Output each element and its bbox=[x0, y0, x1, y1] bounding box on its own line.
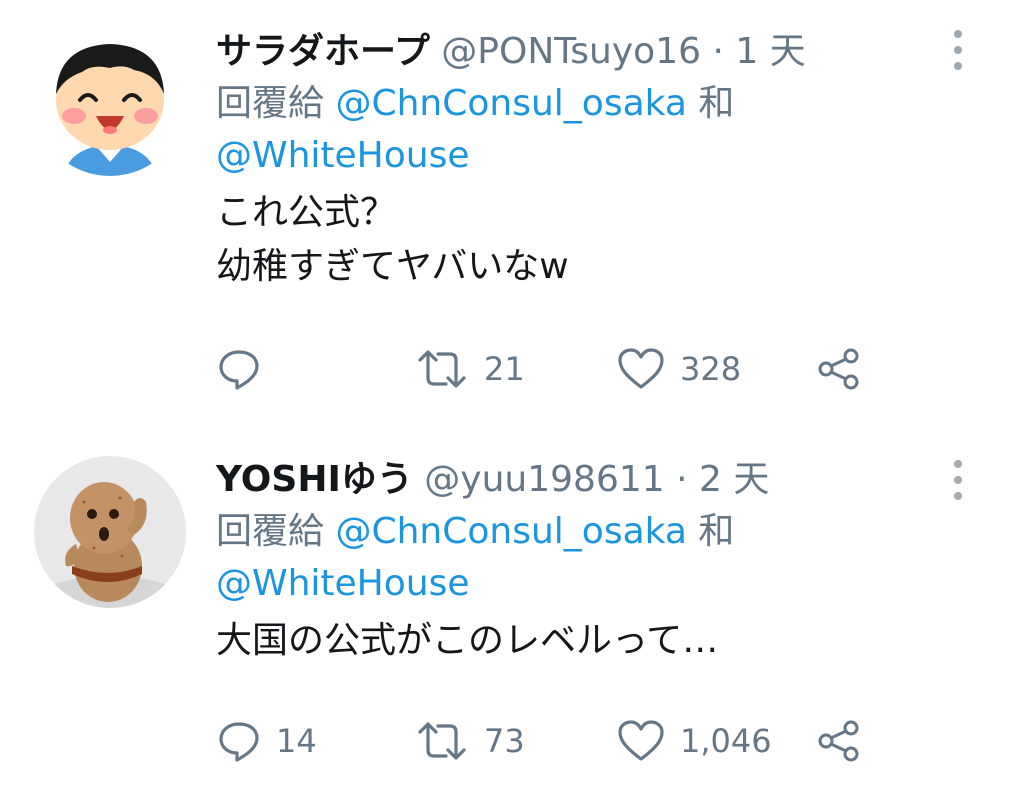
tweet[interactable]: サラダホープ @PONTsuyo16 · 1 天 回覆給 @ChnConsul_… bbox=[0, 0, 1016, 420]
clay-figure-avatar-icon bbox=[34, 456, 186, 608]
retweet-button[interactable]: 73 bbox=[414, 716, 525, 766]
share-nodes-icon bbox=[818, 348, 859, 390]
avatar[interactable] bbox=[34, 456, 186, 608]
timestamp[interactable]: 1 天 bbox=[735, 31, 805, 72]
retweet-count: 21 bbox=[484, 350, 525, 388]
like-count: 328 bbox=[680, 350, 742, 388]
reply-context: 回覆給 @ChnConsul_osaka 和 @WhiteHouse bbox=[216, 78, 916, 182]
user-handle[interactable]: @PONTsuyo16 bbox=[441, 31, 701, 72]
tweet-text: 大国の公式がこのレベルって… bbox=[216, 614, 916, 668]
reply-prefix: 回覆給 bbox=[216, 511, 325, 552]
heart-icon bbox=[618, 720, 664, 761]
heart-icon bbox=[618, 348, 664, 389]
tweet[interactable]: YOSHIゆう @yuu198611 · 2 天 回覆給 @ChnConsul_… bbox=[0, 420, 1016, 789]
retweet-arrows-icon bbox=[418, 350, 466, 388]
timestamp[interactable]: 2 天 bbox=[699, 459, 769, 500]
tweet-content: サラダホープ @PONTsuyo16 · 1 天 回覆給 @ChnConsul_… bbox=[216, 26, 916, 294]
mention-link[interactable]: @WhiteHouse bbox=[216, 135, 470, 176]
user-handle[interactable]: @yuu198611 bbox=[424, 459, 664, 500]
avatar[interactable] bbox=[34, 24, 186, 176]
mention-link[interactable]: @ChnConsul_osaka bbox=[335, 83, 686, 124]
like-count: 1,046 bbox=[680, 722, 772, 760]
tweet-header: サラダホープ @PONTsuyo16 · 1 天 bbox=[216, 26, 916, 78]
separator-dot: · bbox=[712, 31, 724, 72]
reply-button[interactable] bbox=[216, 344, 276, 394]
retweet-count: 73 bbox=[484, 722, 525, 760]
reply-context: 回覆給 @ChnConsul_osaka 和 @WhiteHouse bbox=[216, 506, 916, 610]
display-name[interactable]: サラダホープ bbox=[216, 31, 430, 72]
display-name[interactable]: YOSHIゆう bbox=[216, 459, 413, 500]
reply-conjunction: 和 bbox=[698, 511, 735, 552]
like-button[interactable]: 328 bbox=[616, 344, 741, 394]
more-options-button[interactable] bbox=[946, 30, 970, 70]
reply-button[interactable]: 14 bbox=[216, 716, 317, 766]
menu-dot bbox=[954, 492, 962, 500]
share-button[interactable] bbox=[816, 344, 862, 394]
reply-count: 14 bbox=[276, 722, 317, 760]
retweet-arrows-icon bbox=[418, 722, 466, 760]
more-options-button[interactable] bbox=[946, 460, 970, 500]
tweet-text-line: これ公式？ bbox=[216, 192, 397, 233]
reply-conjunction: 和 bbox=[698, 83, 735, 124]
tweet-text-line: 幼稚すぎてヤバいなw bbox=[216, 246, 569, 287]
share-button[interactable] bbox=[816, 716, 862, 766]
menu-dot bbox=[954, 46, 962, 54]
vertical-dots-menu-icon bbox=[954, 460, 962, 468]
tweet-content: YOSHIゆう @yuu198611 · 2 天 回覆給 @ChnConsul_… bbox=[216, 454, 916, 668]
share-nodes-icon bbox=[818, 720, 859, 762]
mention-link[interactable]: @ChnConsul_osaka bbox=[335, 511, 686, 552]
tweet-actions: 14 73 1,046 bbox=[216, 716, 916, 766]
retweet-button[interactable]: 21 bbox=[414, 344, 525, 394]
tweet-header: YOSHIゆう @yuu198611 · 2 天 bbox=[216, 454, 916, 506]
separator-dot: · bbox=[676, 459, 688, 500]
reply-prefix: 回覆給 bbox=[216, 83, 325, 124]
like-button[interactable]: 1,046 bbox=[616, 716, 772, 766]
comment-bubble-icon bbox=[219, 350, 259, 390]
tweet-actions: 21 328 bbox=[216, 344, 916, 394]
tweet-text-line: 大国の公式がこのレベルって… bbox=[216, 620, 719, 661]
menu-dot bbox=[954, 476, 962, 484]
tweet-text: これ公式？ 幼稚すぎてヤバいなw bbox=[216, 186, 916, 294]
comment-bubble-icon bbox=[219, 722, 259, 762]
menu-dot bbox=[954, 62, 962, 70]
cartoon-boy-avatar-icon bbox=[34, 24, 186, 176]
mention-link[interactable]: @WhiteHouse bbox=[216, 563, 470, 604]
vertical-dots-menu-icon bbox=[954, 30, 962, 38]
